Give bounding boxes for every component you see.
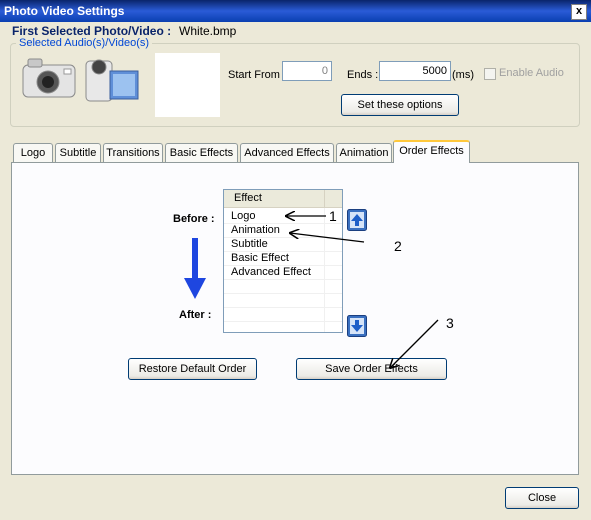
enable-audio-label: Enable Audio: [499, 67, 564, 79]
title-bar: Photo Video Settings: [0, 0, 591, 22]
first-selected-value: White.bmp: [179, 24, 237, 38]
window-close-button[interactable]: x: [571, 4, 587, 20]
window-title: Photo Video Settings: [4, 4, 125, 18]
annotation-arrow-3: [390, 319, 439, 368]
tab-order-effects[interactable]: Order Effects: [393, 140, 470, 163]
before-label: Before :: [173, 213, 215, 225]
annotation-number-2: 2: [394, 238, 402, 254]
tab-logo[interactable]: Logo: [13, 143, 53, 162]
start-from-input[interactable]: 0: [282, 61, 332, 81]
enable-audio-checkbox[interactable]: [484, 68, 496, 80]
camera-icon: [22, 58, 76, 98]
annotation-number-3: 3: [446, 315, 454, 331]
annotation-number-1: 1: [329, 208, 337, 224]
tab-transitions[interactable]: Transitions: [103, 143, 163, 162]
video-camera-icon: [85, 59, 139, 102]
preview-thumbnail: [155, 53, 220, 117]
start-from-label: Start From :: [228, 69, 287, 81]
tab-animation[interactable]: Animation: [336, 143, 392, 162]
tab-basic-effects[interactable]: Basic Effects: [165, 143, 238, 162]
ends-label: Ends :: [347, 69, 379, 81]
tab-subtitle[interactable]: Subtitle: [55, 143, 101, 162]
down-direction-arrow-icon: [184, 238, 206, 299]
annotation-arrows: [280, 205, 439, 385]
annotation-arrow-2: [290, 233, 365, 243]
first-selected-label: First Selected Photo/Video :: [12, 24, 172, 38]
set-options-button[interactable]: Set these options: [341, 94, 459, 116]
tab-advanced-effects[interactable]: Advanced Effects: [240, 143, 334, 162]
media-group-caption: Selected Audio(s)/Video(s): [16, 37, 153, 49]
restore-default-order-button[interactable]: Restore Default Order: [128, 358, 257, 380]
ends-unit: (ms): [452, 69, 474, 81]
close-button[interactable]: Close: [505, 487, 579, 509]
ends-input[interactable]: 5000: [379, 61, 451, 81]
after-label: After :: [179, 309, 212, 321]
